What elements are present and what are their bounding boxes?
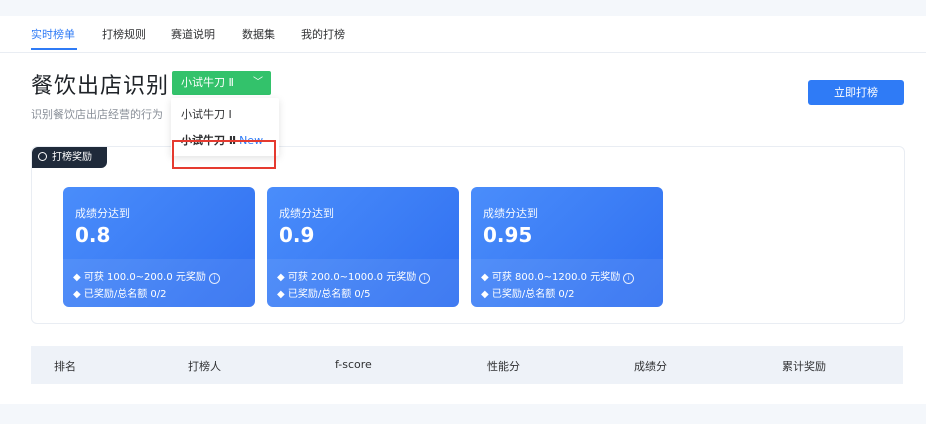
reward-range: ◆ 可获 800.0~1200.0 元奖励 bbox=[481, 272, 621, 283]
info-icon[interactable]: i bbox=[623, 273, 635, 284]
reward-card: 成绩分达到 0.95 ◆ 可获 800.0~1200.0 元奖励 i ◆ 已奖励/… bbox=[471, 187, 663, 307]
reward-card-label: 成绩分达到 bbox=[279, 207, 334, 220]
reward-panel: 打榜奖励 成绩分达到 0.8 ◆ 可获 100.0~200.0 元奖励 i ◆ 已… bbox=[31, 146, 905, 324]
reward-card-label: 成绩分达到 bbox=[75, 207, 130, 220]
info-icon[interactable]: i bbox=[208, 273, 220, 284]
reward-card: 成绩分达到 0.9 ◆ 可获 200.0~1000.0 元奖励 i ◆ 已奖励/总… bbox=[267, 187, 459, 307]
page-subtitle: 识别餐饮店出店经营的行为 bbox=[31, 108, 163, 121]
active-tab-indicator bbox=[31, 48, 77, 50]
reward-quota: ◆ 已奖励/总名额 0/2 bbox=[481, 289, 575, 300]
column-result-score: 成绩分 bbox=[634, 360, 667, 373]
tab-realtime-leaderboard[interactable]: 实时榜单 bbox=[31, 26, 75, 42]
chevron-down-icon: ﹀ bbox=[253, 77, 263, 88]
reward-range: ◆ 可获 100.0~200.0 元奖励 bbox=[73, 272, 206, 283]
reward-quota: ◆ 已奖励/总名额 0/5 bbox=[277, 289, 371, 300]
reward-card-label: 成绩分达到 bbox=[483, 207, 538, 220]
reward-card-value: 0.95 bbox=[483, 223, 533, 247]
column-performance-score: 性能分 bbox=[487, 360, 520, 373]
submit-button[interactable]: 立即打榜 bbox=[808, 80, 904, 105]
selection-highlight-box bbox=[172, 140, 276, 169]
reward-quota: ◆ 已奖励/总名额 0/2 bbox=[73, 289, 167, 300]
level-option-label: 小试牛刀 Ⅰ bbox=[181, 108, 232, 121]
level-select[interactable]: 小试牛刀 Ⅱ ﹀ bbox=[172, 71, 271, 95]
reward-card: 成绩分达到 0.8 ◆ 可获 100.0~200.0 元奖励 i ◆ 已奖励/总名… bbox=[63, 187, 255, 307]
tab-rules[interactable]: 打榜规则 bbox=[102, 26, 146, 42]
tab-dataset[interactable]: 数据集 bbox=[242, 26, 275, 42]
reward-badge-label: 打榜奖励 bbox=[52, 152, 92, 163]
column-rank: 排名 bbox=[54, 360, 76, 373]
reward-icon bbox=[38, 152, 47, 161]
info-icon[interactable]: i bbox=[419, 273, 431, 284]
leaderboard-table-header: 排名 打榜人 f-score 性能分 成绩分 累计奖励 bbox=[31, 346, 903, 384]
column-participant: 打榜人 bbox=[188, 360, 221, 373]
level-select-value: 小试牛刀 Ⅱ bbox=[181, 76, 234, 89]
main-card: 实时榜单 打榜规则 赛道说明 数据集 我的打榜 餐饮出店识别 小试牛刀 Ⅱ ﹀ … bbox=[0, 16, 926, 404]
reward-card-value: 0.8 bbox=[75, 223, 111, 247]
tab-track-description[interactable]: 赛道说明 bbox=[171, 26, 215, 42]
bottom-strip bbox=[0, 404, 926, 424]
reward-badge: 打榜奖励 bbox=[32, 147, 107, 168]
column-total-reward: 累计奖励 bbox=[782, 360, 826, 373]
reward-card-value: 0.9 bbox=[279, 223, 315, 247]
tab-bar: 实时榜单 打榜规则 赛道说明 数据集 我的打榜 bbox=[0, 16, 926, 53]
page-title: 餐饮出店识别 bbox=[31, 74, 170, 99]
column-f-score: f-score bbox=[335, 358, 372, 371]
reward-range: ◆ 可获 200.0~1000.0 元奖励 bbox=[277, 272, 417, 283]
tab-my-submissions[interactable]: 我的打榜 bbox=[301, 26, 345, 42]
level-option-1[interactable]: 小试牛刀 Ⅰ bbox=[181, 106, 232, 122]
top-strip bbox=[0, 0, 926, 16]
